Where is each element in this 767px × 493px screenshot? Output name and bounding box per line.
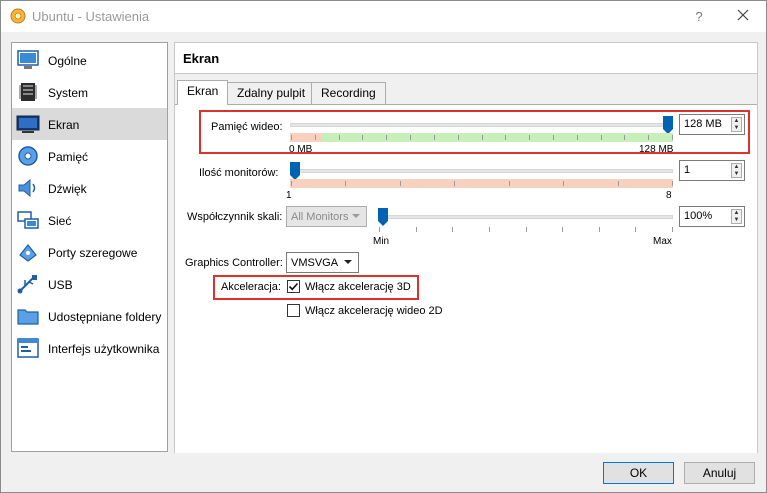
- scale-spinbox[interactable]: 100% ▲ ▼: [679, 206, 745, 227]
- video-memory-label: Pamięć wideo:: [211, 121, 283, 133]
- sidebar-item-label: Pamięć: [48, 150, 89, 164]
- monitors-range-bar: [290, 179, 673, 188]
- monitors-slider-track[interactable]: [290, 169, 673, 173]
- network-icon: [16, 209, 40, 231]
- settings-window: Ubuntu - Ustawienia ? Ogólne System Ekra…: [0, 0, 767, 493]
- sidebar-item-display[interactable]: Ekran: [12, 108, 167, 140]
- accel-2d-label[interactable]: Włącz akcelerację wideo 2D: [305, 305, 443, 317]
- video-memory-min-label: 0 MB: [289, 144, 313, 155]
- scale-monitor-combo-value: All Monitors: [291, 211, 349, 223]
- usb-icon: [16, 273, 40, 295]
- accel-3d-checkbox[interactable]: [287, 280, 300, 293]
- shared-folders-icon: [16, 305, 40, 327]
- graphics-controller-combo[interactable]: VMSVGA: [286, 252, 359, 273]
- cancel-button[interactable]: Anuluj: [684, 462, 755, 484]
- monitors-spinbox[interactable]: 1 ▲ ▼: [679, 160, 745, 181]
- sidebar-item-system[interactable]: System: [12, 76, 167, 108]
- sidebar-item-label: System: [48, 86, 89, 100]
- monitors-label: Ilość monitorów:: [199, 167, 279, 179]
- spin-down-icon[interactable]: ▼: [732, 171, 741, 178]
- video-memory-max-label: 128 MB: [639, 144, 674, 155]
- graphics-controller-value: VMSVGA: [291, 257, 339, 269]
- sidebar-item-shared-folders[interactable]: Udostępniane foldery: [12, 300, 167, 332]
- help-button[interactable]: ?: [689, 7, 709, 27]
- spin-down-icon[interactable]: ▼: [732, 217, 741, 224]
- display-icon: [16, 113, 40, 135]
- sidebar-item-label: Sieć: [48, 214, 72, 228]
- tab-screen[interactable]: Ekran: [177, 80, 229, 105]
- sidebar-item-label: USB: [48, 278, 73, 292]
- spin-up-icon[interactable]: ▲: [732, 210, 741, 217]
- section-title: Ekran: [183, 51, 220, 66]
- storage-icon: [16, 145, 40, 167]
- video-memory-slider-thumb[interactable]: [663, 116, 673, 134]
- user-interface-icon: [16, 337, 40, 359]
- monitors-max-label: 8: [666, 190, 672, 201]
- accel-2d-checkbox[interactable]: [287, 304, 300, 317]
- close-icon: [737, 9, 749, 21]
- monitors-value: 1: [684, 164, 691, 176]
- monitors-slider-thumb[interactable]: [290, 162, 300, 180]
- scale-label: Współczynnik skali:: [187, 211, 283, 223]
- ok-button[interactable]: OK: [603, 462, 674, 484]
- sidebar-item-storage[interactable]: Pamięć: [12, 140, 167, 172]
- video-memory-spinbox[interactable]: 128 MB ▲ ▼: [679, 114, 745, 135]
- settings-content: Ekran Ekran Zdalny pulpit Recording Pami…: [174, 42, 758, 453]
- sidebar-item-label: Dźwięk: [48, 182, 87, 196]
- screen-tab-panel: Pamięć wideo: 0 MB 128 MB 128 MB ▲ ▼ Iloś…: [175, 104, 757, 453]
- title-bar: Ubuntu - Ustawienia ?: [1, 1, 766, 32]
- sidebar-item-label: Udostępniane foldery: [48, 310, 162, 324]
- graphics-controller-label: Graphics Controller:: [185, 257, 283, 269]
- sidebar-item-label: Interfejs użytkownika: [48, 342, 160, 356]
- chevron-down-icon: [344, 260, 352, 264]
- monitors-min-label: 1: [286, 190, 292, 201]
- sidebar-item-label: Ogólne: [48, 54, 87, 68]
- spin-up-icon[interactable]: ▲: [732, 164, 741, 171]
- window-title: Ubuntu - Ustawienia: [32, 9, 150, 24]
- close-button[interactable]: [733, 7, 753, 27]
- spin-down-icon[interactable]: ▼: [732, 125, 741, 132]
- virtualbox-app-icon: [10, 8, 26, 24]
- sidebar-item-serial-ports[interactable]: Porty szeregowe: [12, 236, 167, 268]
- scale-ticks: [379, 227, 673, 232]
- sidebar-item-audio[interactable]: Dźwięk: [12, 172, 167, 204]
- video-memory-slider-track[interactable]: [290, 123, 673, 127]
- spin-up-icon[interactable]: ▲: [732, 118, 741, 125]
- scale-slider-track[interactable]: [378, 215, 673, 219]
- video-memory-spin-buttons[interactable]: ▲ ▼: [731, 117, 742, 132]
- scale-spin-buttons[interactable]: ▲ ▼: [731, 209, 742, 224]
- video-memory-value: 128 MB: [684, 118, 722, 130]
- settings-sidebar: Ogólne System Ekran Pamięć Dźwięk Sieć P…: [11, 42, 168, 452]
- scale-min-label: Min: [373, 236, 390, 247]
- tab-recording[interactable]: Recording: [311, 82, 386, 104]
- scale-monitor-combo[interactable]: All Monitors: [286, 206, 367, 227]
- scale-max-label: Max: [653, 236, 672, 247]
- tab-remote-display[interactable]: Zdalny pulpit: [227, 82, 316, 104]
- sidebar-item-label: Ekran: [48, 118, 80, 132]
- section-header: Ekran: [175, 43, 757, 74]
- checkmark-icon: [288, 282, 299, 291]
- sidebar-item-general[interactable]: Ogólne: [12, 44, 167, 76]
- general-icon: [16, 49, 40, 71]
- sidebar-item-usb[interactable]: USB: [12, 268, 167, 300]
- serial-ports-icon: [16, 241, 40, 263]
- sidebar-item-network[interactable]: Sieć: [12, 204, 167, 236]
- accel-3d-label[interactable]: Włącz akcelerację 3D: [305, 281, 411, 293]
- scale-value: 100%: [684, 210, 713, 222]
- monitors-spin-buttons[interactable]: ▲ ▼: [731, 163, 742, 178]
- chevron-down-icon: [352, 214, 360, 218]
- sidebar-item-label: Porty szeregowe: [48, 246, 138, 260]
- video-memory-range-bar: [290, 133, 673, 142]
- acceleration-label: Akceleracja:: [221, 281, 281, 293]
- system-icon: [16, 81, 40, 103]
- audio-icon: [16, 177, 40, 199]
- sidebar-item-user-interface[interactable]: Interfejs użytkownika: [12, 332, 167, 364]
- scale-slider-thumb[interactable]: [378, 208, 388, 226]
